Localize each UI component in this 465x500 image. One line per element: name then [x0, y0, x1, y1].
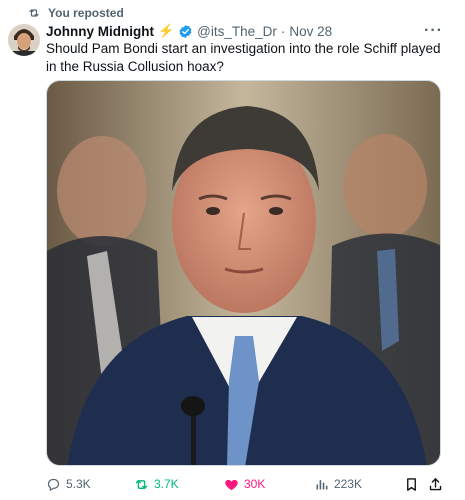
bookmark-button[interactable]: [404, 474, 419, 494]
tweet-photo[interactable]: [46, 80, 441, 466]
repost-button[interactable]: 3.7K: [134, 474, 179, 494]
author-handle[interactable]: @its_The_Dr: [197, 24, 277, 39]
tweet-text: Should Pam Bondi start an investigation …: [46, 41, 441, 74]
bookmark-icon: [407, 477, 416, 491]
repost-label: You reposted: [48, 6, 124, 20]
share-icon: [429, 477, 442, 490]
repost-count: 3.7K: [154, 477, 179, 491]
action-bar: 5.3K 3.7K 30K 223K: [46, 474, 446, 494]
separator: ·: [280, 23, 286, 39]
reply-icon: [47, 478, 60, 491]
verified-badge-icon: [179, 24, 192, 38]
reply-button[interactable]: 5.3K: [46, 474, 91, 494]
photo-of-man-in-suit: [47, 81, 440, 465]
like-count: 30K: [244, 477, 266, 491]
repost-icon: [135, 479, 148, 489]
views-count: 223K: [334, 477, 363, 491]
share-button[interactable]: [428, 474, 443, 494]
views-button[interactable]: 223K: [314, 474, 362, 494]
display-name[interactable]: Johnny Midnight: [46, 24, 154, 39]
post-date[interactable]: Nov 28: [289, 24, 332, 39]
reply-count: 5.3K: [66, 477, 91, 491]
heart-icon: [225, 479, 238, 490]
avatar-image: [8, 24, 40, 56]
avatar[interactable]: [8, 24, 40, 56]
views-icon: [316, 479, 328, 489]
more-icon[interactable]: ···: [424, 22, 443, 40]
repost-indicator: You reposted: [28, 6, 124, 20]
tweet-header: Johnny Midnight ⚡ @its_The_Dr · Nov 28: [46, 22, 332, 40]
like-button[interactable]: 30K: [224, 474, 265, 494]
lightning-emoji: ⚡: [157, 23, 175, 38]
repost-icon: [29, 9, 39, 17]
